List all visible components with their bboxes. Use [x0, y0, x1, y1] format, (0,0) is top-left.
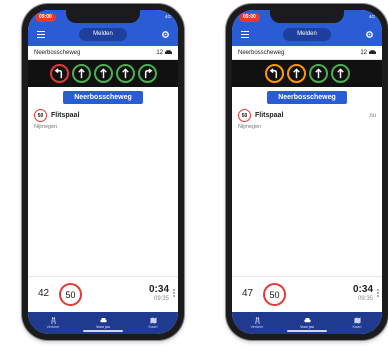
app-bar: Melden	[28, 24, 178, 46]
lane-guidance	[28, 60, 178, 87]
road-icon	[50, 317, 56, 324]
straight-icon	[314, 68, 322, 79]
eta-duration: 0:34	[148, 284, 169, 295]
menu-icon[interactable]	[37, 31, 45, 38]
tab-verkeer[interactable]: Verkeer	[28, 312, 78, 334]
home-indicator	[287, 330, 327, 332]
car-icon	[303, 318, 311, 323]
tab-label: Voor jou	[96, 325, 110, 329]
gear-icon[interactable]	[161, 30, 170, 39]
more-options-icon[interactable]	[173, 289, 175, 298]
alert-title: Flitspaal	[255, 112, 284, 119]
road-icon	[254, 317, 260, 324]
lane-straight	[93, 64, 113, 83]
speed-limit-sign: 50	[238, 109, 251, 122]
speed-limit-sign: 50	[34, 109, 47, 122]
vehicle-count: 12	[360, 50, 376, 56]
lane-turn-left	[264, 64, 284, 83]
phone-left: 09:00 4G Melden Neerbosscheweg 12 Neerbo…	[22, 4, 184, 340]
car-icon	[369, 50, 376, 54]
notch	[66, 10, 140, 23]
lane-straight	[308, 64, 328, 83]
turn-right-icon	[144, 68, 152, 79]
notch	[270, 10, 344, 23]
straight-icon	[99, 68, 107, 79]
turn-left-icon	[54, 68, 62, 79]
app-bar: Melden	[232, 24, 382, 46]
map-icon	[149, 317, 157, 324]
straight-icon	[292, 68, 300, 79]
menu-icon[interactable]	[241, 31, 249, 38]
phone-right: 09:00 4G Melden Neerbosscheweg 12 Neerbo…	[226, 4, 388, 340]
street-name: Neerbosscheweg	[34, 49, 81, 56]
tab-label: Kaart	[148, 325, 158, 329]
alert-city: Nijmegen	[34, 124, 58, 130]
network-indicator: 4G	[368, 14, 375, 19]
eta-duration: 0:34	[352, 284, 373, 295]
more-options-icon[interactable]	[377, 289, 379, 298]
straight-icon	[336, 68, 344, 79]
network-indicator: 4G	[164, 14, 171, 19]
lane-straight	[330, 64, 350, 83]
speed-limit-badge: 50	[263, 283, 286, 306]
tab-label: Kaart	[352, 325, 362, 329]
home-indicator	[83, 330, 123, 332]
lane-turn-right	[137, 64, 157, 83]
alert-city: Nijmegen	[238, 124, 262, 130]
tab-label: Voor jou	[300, 325, 314, 329]
lane-straight	[286, 64, 306, 83]
street-row: Neerbosscheweg 12	[28, 46, 178, 60]
lane-straight	[115, 64, 135, 83]
vehicle-count: 12	[156, 50, 172, 56]
screen: 09:00 4G Melden Neerbosscheweg 12 Neerbo…	[28, 10, 178, 334]
melden-button[interactable]: Melden	[283, 28, 331, 41]
current-street-label: Neerbosscheweg	[63, 91, 143, 104]
alert-row[interactable]: 50 Flitspaal nu	[232, 104, 382, 122]
current-street-label: Neerbosscheweg	[267, 91, 347, 104]
screen: 09:00 4G Melden Neerbosscheweg 12 Neerbo…	[232, 10, 382, 334]
alert-row[interactable]: 50 Flitspaal	[28, 104, 178, 122]
street-row: Neerbosscheweg 12	[232, 46, 382, 60]
speed-panel: 42 50 0:34 09:35	[28, 276, 178, 312]
tab-kaart[interactable]: Kaart	[128, 312, 178, 334]
melden-button[interactable]: Melden	[79, 28, 127, 41]
tab-label: Verkeer	[250, 325, 264, 329]
lane-turn-left	[49, 64, 69, 83]
vehicle-count-value: 12	[156, 49, 163, 56]
lane-guidance	[232, 60, 382, 87]
street-name: Neerbosscheweg	[238, 49, 285, 56]
tab-label: Verkeer	[46, 325, 60, 329]
eta-block: 0:34 09:35	[149, 284, 169, 302]
map-icon	[353, 317, 361, 324]
straight-icon	[121, 68, 129, 79]
status-time: 09:00	[239, 13, 260, 22]
gear-icon[interactable]	[365, 30, 374, 39]
eta-arrival: 09:35	[357, 296, 373, 302]
tab-kaart[interactable]: Kaart	[332, 312, 382, 334]
status-time: 09:00	[35, 13, 56, 22]
speed-limit-badge: 50	[59, 283, 82, 306]
current-speed: 42	[38, 288, 50, 299]
eta-arrival: 09:35	[153, 296, 169, 302]
alert-time-label: nu	[369, 112, 376, 119]
vehicle-count-value: 12	[360, 49, 367, 56]
current-speed: 47	[242, 288, 254, 299]
lane-straight	[71, 64, 91, 83]
speed-panel: 47 50 0:34 09:35	[232, 276, 382, 312]
eta-block: 0:34 09:35	[353, 284, 373, 302]
straight-icon	[77, 68, 85, 79]
alert-title: Flitspaal	[51, 112, 80, 119]
tab-verkeer[interactable]: Verkeer	[232, 312, 282, 334]
car-icon	[99, 318, 107, 323]
turn-left-icon	[269, 68, 277, 79]
car-icon	[165, 50, 172, 54]
